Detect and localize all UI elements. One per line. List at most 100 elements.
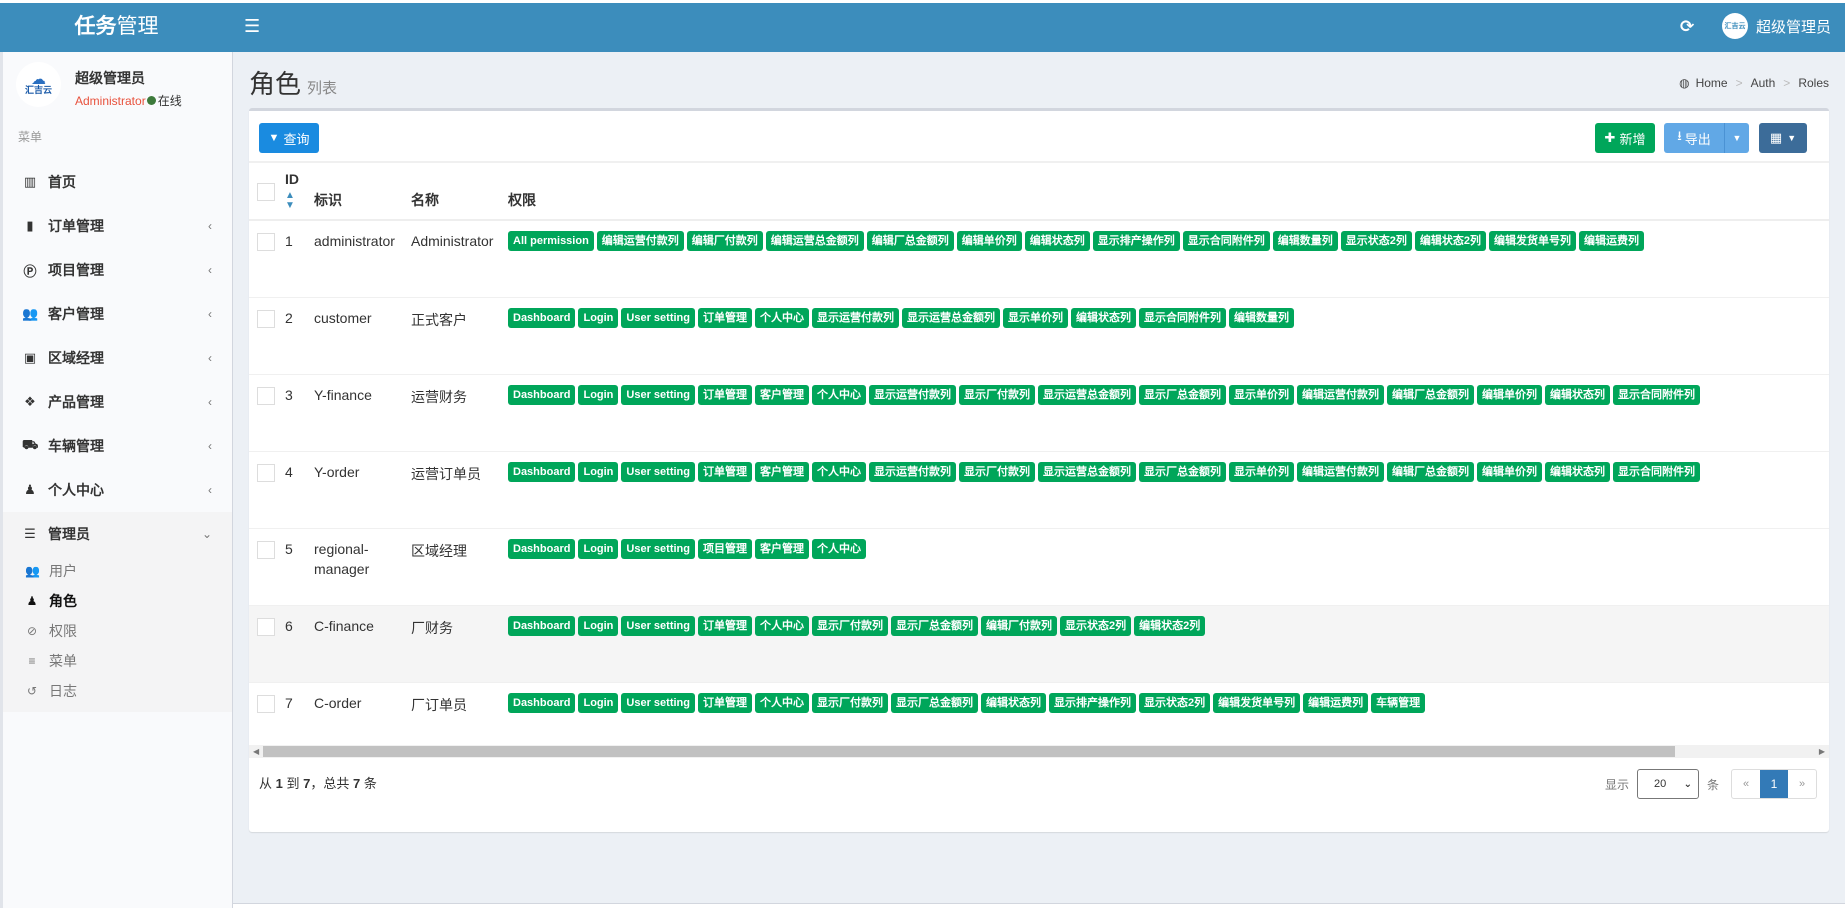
table-row[interactable]: 3 Y-finance 运营财务 Dashboard Login User setting…	[249, 373, 1829, 451]
roles-table: ID ▲ ▼ 标识 名称 权限 1 administrator Administrato…	[249, 161, 1829, 741]
table-row[interactable]: 1 administrator Administrator All permissio…	[249, 219, 1829, 297]
breadcrumb-home[interactable]: Home	[1696, 76, 1728, 90]
sidebar-subitem-label: 用户	[49, 563, 77, 579]
query-button[interactable]: ▼ 查询	[259, 123, 319, 153]
permissions-cell: Dashboard Login User setting 订单管理 客户管理 个人中心 显示…	[508, 450, 1829, 528]
row-checkbox[interactable]	[257, 386, 275, 405]
sidebar-item-0[interactable]: ▥ 首页	[3, 160, 232, 204]
sidebar-subitem-1[interactable]: ♟ 角色	[3, 586, 232, 616]
user-name: 超级管理员	[1756, 18, 1832, 36]
slug-cell: C-finance	[314, 604, 411, 682]
sidebar-subitem-0[interactable]: 👥 用户	[3, 556, 232, 586]
sort-icon[interactable]: ▲ ▼	[285, 191, 314, 211]
permission-badge: 显示厂付款列	[811, 692, 888, 713]
permission-badge: User setting	[621, 692, 695, 713]
name-cell: 正式客户	[411, 296, 508, 374]
name-cell: 区域经理	[411, 527, 508, 605]
horizontal-scrollbar[interactable]: ◀ ▶	[249, 745, 1829, 758]
scrollbar-thumb[interactable]	[263, 746, 1675, 757]
table-row[interactable]: 5 regional-manager 区域经理 Dashboard Login User …	[249, 527, 1829, 605]
sidebar-item-7[interactable]: ♟ 个人中心 ‹	[3, 468, 232, 512]
export-label: 导出	[1684, 131, 1711, 147]
permission-badge: 显示排产操作列	[1048, 692, 1136, 713]
bars-icon: ≡	[28, 654, 36, 668]
permission-badge: 车辆管理	[1371, 692, 1426, 713]
avatar-text: 汇吉云	[1724, 23, 1746, 30]
row-checkbox[interactable]	[257, 617, 275, 636]
admin-submenu: 👥 用户 ♟ 角色 ⊘ 权限 ≡ 菜单 ↺ 日志	[3, 556, 232, 712]
select-cell	[249, 296, 285, 374]
breadcrumb-separator: >	[1735, 76, 1743, 90]
permission-badge: 编辑厂付款列	[980, 615, 1057, 636]
export-button[interactable]: ⭳ 导出	[1664, 123, 1724, 153]
sidebar-subitem-label: 角色	[49, 593, 77, 609]
info-text: 从	[259, 776, 273, 791]
sidebar-item-2[interactable]: Ⓟ 项目管理 ‹	[3, 248, 232, 292]
sidebar-item-6[interactable]: ⛟ 车辆管理 ‹	[3, 424, 232, 468]
permission-badge: 显示运营总金额列	[1037, 461, 1136, 482]
refresh-icon[interactable]: ⟳	[1680, 17, 1694, 37]
user-icon: ♟	[26, 594, 38, 608]
name-cell: Administrator	[411, 219, 508, 297]
prev-page-button[interactable]: «	[1732, 770, 1760, 798]
permission-badge: 编辑运费列	[1579, 231, 1645, 251]
breadcrumb: ◍ Home > Auth > Roles	[1679, 76, 1829, 90]
permission-badge: 订单管理	[697, 615, 752, 636]
permission-badge: User setting	[621, 307, 695, 328]
permission-list: Dashboard Login User setting 项目管理 客户管理 个人中心	[508, 538, 1829, 559]
row-checkbox[interactable]	[257, 309, 275, 328]
chevron-left-icon: ‹	[208, 395, 212, 409]
table-row[interactable]: 2 customer 正式客户 Dashboard Login User setting 订…	[249, 296, 1829, 374]
user-menu[interactable]: 汇吉云 超级管理员	[1722, 13, 1831, 39]
row-checkbox[interactable]	[257, 233, 275, 251]
scroll-right-icon[interactable]: ▶	[1819, 745, 1825, 758]
table-icon: ▦	[1769, 130, 1783, 145]
sidebar-user-name: 超级管理员	[75, 70, 145, 86]
permission-badge: Dashboard	[508, 615, 576, 636]
permission-badge: Login	[578, 692, 619, 713]
col-header-id[interactable]: ID ▲ ▼	[285, 162, 314, 220]
sidebar-item-admin[interactable]: ☰ 管理员 ⌄	[3, 512, 232, 556]
row-checkbox[interactable]	[257, 694, 275, 713]
permission-badge: 编辑厂总金额列	[1386, 461, 1474, 482]
permission-badge: 编辑运营总金额列	[765, 231, 864, 251]
table-row[interactable]: 6 C-finance 厂财务 Dashboard Login User setting 订…	[249, 604, 1829, 682]
status-dot-icon	[146, 96, 156, 105]
col-header-permissions: 权限	[508, 192, 536, 208]
sidebar-item-5[interactable]: ❖ 产品管理 ‹	[3, 380, 232, 424]
breadcrumb-auth[interactable]: Auth	[1751, 76, 1776, 90]
sidebar-subitem-4[interactable]: ↺ 日志	[3, 676, 232, 706]
columns-button[interactable]: ▦ ▼	[1759, 123, 1807, 153]
row-checkbox[interactable]	[257, 540, 275, 559]
sidebar-toggle-icon[interactable]: ☰	[244, 16, 260, 37]
ban-icon: ⊘	[26, 624, 38, 638]
add-button[interactable]: ✚ 新增	[1595, 123, 1655, 153]
sidebar: ☁ 汇吉云 超级管理员 Administrator 在线 菜单 ▥ 首页 ▮ 订单管理 ‹…	[0, 52, 233, 908]
page-size-select[interactable]: 20 ⌄	[1636, 769, 1699, 799]
scroll-left-icon[interactable]: ◀	[253, 745, 259, 758]
permission-badge: 编辑数量列	[1272, 231, 1338, 251]
sidebar-subitem-2[interactable]: ⊘ 权限	[3, 616, 232, 646]
id-cell: 2	[285, 296, 314, 374]
sidebar-item-1[interactable]: ▮ 订单管理 ‹	[3, 204, 232, 248]
permission-badge: 显示合同附件列	[1138, 307, 1226, 328]
roles-box: ▼ 查询 ✚ 新增 ⭳ 导出 ▼ ▦ ▼ ID ▲ ▼ 标识 名称 权限 1 administ…	[249, 108, 1829, 832]
permission-badge: Login	[578, 307, 619, 328]
permission-badge: 显示厂总金额列	[890, 692, 978, 713]
sidebar-item-3[interactable]: 👥 客户管理 ‹	[3, 292, 232, 336]
permission-badge: 编辑厂付款列	[686, 231, 763, 251]
top-navbar: 任务管理 ☰ ⟳ 汇吉云 超级管理员	[0, 0, 1845, 52]
permission-badge: 显示厂付款列	[958, 461, 1035, 482]
table-row[interactable]: 7 C-order 厂订单员 Dashboard Login User setting 订单…	[249, 681, 1829, 741]
page-1-button[interactable]: 1	[1760, 770, 1788, 798]
permission-badge: 显示厂总金额列	[1138, 461, 1226, 482]
sidebar-item-4[interactable]: ▣ 区域经理 ‹	[3, 336, 232, 380]
app-logo[interactable]: 任务管理	[0, 3, 233, 52]
table-row[interactable]: 4 Y-order 运营订单员 Dashboard Login User setting 订…	[249, 450, 1829, 528]
permission-badge: 编辑厂总金额列	[866, 231, 954, 251]
row-checkbox[interactable]	[257, 463, 275, 482]
select-all-checkbox[interactable]	[257, 183, 275, 202]
sidebar-subitem-3[interactable]: ≡ 菜单	[3, 646, 232, 676]
next-page-button[interactable]: »	[1788, 770, 1816, 798]
export-dropdown-button[interactable]: ▼	[1724, 123, 1749, 153]
